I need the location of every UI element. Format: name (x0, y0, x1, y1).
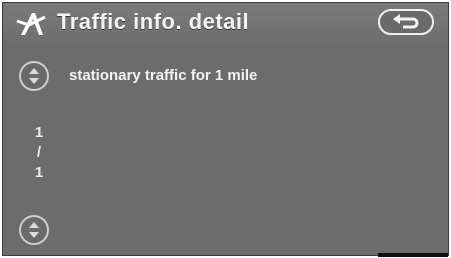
scroll-up-down-icon (29, 68, 39, 84)
current-page: 1 (34, 124, 44, 141)
bottom-edge (378, 253, 448, 257)
traffic-message: stationary traffic for 1 mile (69, 67, 258, 84)
title-bar: Traffic info. detail (3, 3, 448, 43)
page-title: Traffic info. detail (57, 9, 250, 34)
page-separator: / (36, 144, 42, 161)
back-button[interactable] (378, 9, 434, 35)
scroll-down-button[interactable] (19, 215, 49, 245)
traffic-icon (16, 13, 46, 35)
scroll-up-button[interactable] (19, 61, 49, 91)
page-indicator: 1 / 1 (33, 123, 45, 183)
scroll-up-down-icon (29, 222, 39, 238)
return-arrow-icon (393, 14, 419, 29)
traffic-info-screen: Traffic info. detail stationary traffic … (2, 2, 449, 257)
total-pages: 1 (34, 164, 44, 181)
